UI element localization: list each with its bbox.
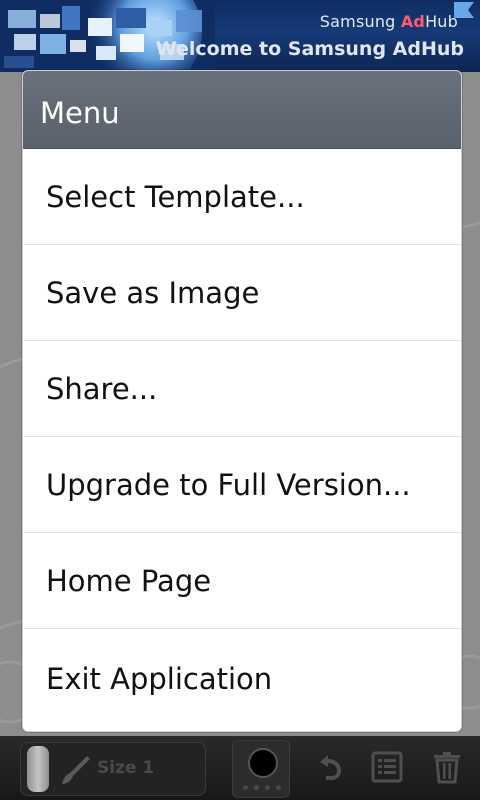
color-page-indicator (243, 785, 281, 791)
menu-dialog: Menu Select Template... Save as Image Sh… (22, 70, 462, 732)
menu-item-select-template[interactable]: Select Template... (23, 149, 461, 245)
current-color-indicator (248, 748, 278, 778)
trash-icon[interactable] (430, 750, 464, 784)
menu-list: Select Template... Save as Image Share..… (23, 149, 461, 728)
menu-item-exit-application[interactable]: Exit Application (23, 629, 461, 728)
undo-icon[interactable] (312, 750, 346, 784)
menu-item-home-page[interactable]: Home Page (23, 533, 461, 629)
menu-header: Menu (23, 71, 461, 149)
brush-icon (62, 756, 90, 784)
ad-collage-image (0, 0, 215, 72)
brush-size-control[interactable]: Size 1 (20, 742, 206, 796)
menu-title: Menu (40, 95, 120, 130)
menu-item-share[interactable]: Share... (23, 341, 461, 437)
bottom-toolbar: Size 1 (0, 736, 480, 800)
menu-item-upgrade[interactable]: Upgrade to Full Version... (23, 437, 461, 533)
color-picker-button[interactable] (232, 740, 290, 798)
ad-welcome-text: Welcome to Samsung AdHub (155, 38, 464, 60)
ad-banner[interactable]: Samsung AdHub Welcome to Samsung AdHub (0, 0, 480, 72)
menu-item-save-as-image[interactable]: Save as Image (23, 245, 461, 341)
ad-brand-logo: Samsung AdHub (319, 12, 458, 31)
list-icon[interactable] (370, 750, 404, 784)
size-slider-handle[interactable] (27, 746, 49, 792)
size-label: Size 1 (97, 758, 155, 778)
